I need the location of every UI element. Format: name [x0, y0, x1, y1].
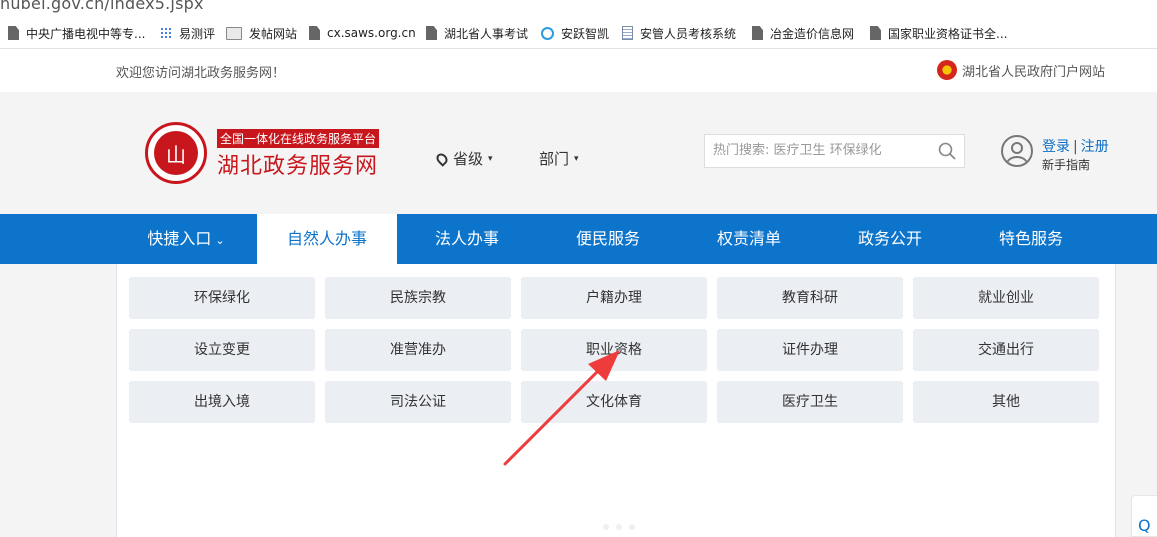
- beginner-guide-link[interactable]: 新手指南: [1042, 156, 1090, 173]
- page-icon: [8, 26, 19, 40]
- grid-icon: [160, 27, 172, 39]
- category-button[interactable]: 医疗卫生: [717, 381, 903, 423]
- carousel-dot[interactable]: [629, 524, 635, 530]
- nav-gov-affairs[interactable]: 政务公开: [820, 214, 960, 264]
- page-icon: [870, 26, 881, 40]
- bookmark-item[interactable]: 冶金造价信息网: [752, 25, 854, 41]
- category-button-professional-qualification[interactable]: 职业资格: [521, 329, 707, 371]
- category-button[interactable]: 教育科研: [717, 277, 903, 319]
- category-button[interactable]: 民族宗教: [325, 277, 511, 319]
- nav-quick-entry[interactable]: 快捷入口 ⌄: [116, 214, 256, 264]
- category-button[interactable]: 准营准办: [325, 329, 511, 371]
- category-button[interactable]: 司法公证: [325, 381, 511, 423]
- welcome-bar: 欢迎您访问湖北政务服务网！ 湖北省人民政府门户网站: [0, 49, 1157, 93]
- welcome-text: 欢迎您访问湖北政务服务网！: [116, 66, 286, 81]
- category-button[interactable]: 交通出行: [913, 329, 1099, 371]
- chevron-down-icon: ⌄: [215, 234, 225, 247]
- site-name[interactable]: 湖北政务服务网: [217, 148, 378, 180]
- nav-power-list[interactable]: 权责清单: [679, 214, 819, 264]
- category-button[interactable]: 设立变更: [129, 329, 315, 371]
- region-selector[interactable]: 省级 ▾: [434, 148, 493, 169]
- user-avatar-icon[interactable]: [1001, 135, 1033, 167]
- bookmark-item[interactable]: 国家职业资格证书全...: [870, 25, 1007, 41]
- side-tab-label: Q: [1138, 516, 1151, 535]
- portal-link[interactable]: 湖北省人民政府门户网站: [937, 60, 1105, 80]
- login-link[interactable]: 登录: [1042, 139, 1070, 155]
- location-pin-icon: [434, 150, 450, 167]
- nav-featured-services[interactable]: 特色服务: [961, 214, 1101, 264]
- platform-slogan: 全国一体化在线政务服务平台: [217, 129, 380, 148]
- page-icon: [426, 26, 437, 40]
- caret-down-icon: ▾: [488, 153, 493, 164]
- carousel-dot[interactable]: [616, 524, 622, 530]
- dept-selector-label: 部门: [539, 150, 570, 168]
- bookmark-item[interactable]: 安跃智凯: [541, 25, 609, 41]
- site-header: 山 全国一体化在线政务服务平台 湖北政务服务网 省级 ▾ 部门 ▾ 登录|注册 …: [0, 92, 1157, 214]
- category-button[interactable]: 文化体育: [521, 381, 707, 423]
- auth-separator: |: [1073, 139, 1078, 155]
- side-float-tab[interactable]: Q: [1131, 495, 1157, 537]
- search-input[interactable]: [711, 142, 935, 159]
- nav-natural-person[interactable]: 自然人办事: [257, 214, 397, 264]
- bookmarks-bar: 中央广播电视中等专... 易测评 发帖网站 cx.saws.org.cn 湖北省…: [0, 18, 1157, 49]
- register-link[interactable]: 注册: [1081, 139, 1109, 155]
- caret-down-icon: ▾: [574, 153, 579, 164]
- category-button[interactable]: 户籍办理: [521, 277, 707, 319]
- main-nav: 快捷入口 ⌄ 自然人办事 法人办事 便民服务 权责清单 政务公开 特色服务: [0, 214, 1157, 264]
- category-button[interactable]: 就业创业: [913, 277, 1099, 319]
- portal-link-label: 湖北省人民政府门户网站: [962, 64, 1106, 80]
- category-button[interactable]: 环保绿化: [129, 277, 315, 319]
- category-button[interactable]: 其他: [913, 381, 1099, 423]
- folder-icon: [226, 26, 242, 40]
- search-icon[interactable]: [938, 142, 956, 160]
- ie-icon: [541, 26, 554, 40]
- category-button[interactable]: 证件办理: [717, 329, 903, 371]
- auth-links: 登录 | 注册: [1042, 136, 1109, 156]
- carousel-dots[interactable]: [603, 524, 635, 530]
- doc-icon: [622, 26, 633, 40]
- page-icon: [752, 26, 763, 40]
- carousel-dot[interactable]: [603, 524, 609, 530]
- nav-convenience-services[interactable]: 便民服务: [538, 214, 678, 264]
- nav-legal-person[interactable]: 法人办事: [397, 214, 537, 264]
- bookmark-item[interactable]: 易测评: [160, 25, 215, 41]
- dept-selector[interactable]: 部门 ▾: [539, 148, 579, 169]
- bookmark-item[interactable]: cx.saws.org.cn: [309, 25, 416, 41]
- address-bar[interactable]: hubei.gov.cn/index5.jspx: [0, 0, 1157, 18]
- bookmark-item[interactable]: 湖北省人事考试: [426, 25, 528, 41]
- national-emblem-icon: [937, 60, 957, 80]
- url-text: hubei.gov.cn/index5.jspx: [0, 0, 204, 13]
- bookmark-item[interactable]: 安管人员考核系统: [622, 25, 736, 41]
- logo-mark: 山: [154, 131, 198, 175]
- site-logo[interactable]: 山: [145, 122, 207, 184]
- region-selector-label: 省级: [453, 150, 484, 168]
- page-icon: [309, 26, 320, 40]
- bookmark-item[interactable]: 发帖网站: [226, 25, 297, 41]
- bookmark-item[interactable]: 中央广播电视中等专...: [8, 25, 145, 41]
- category-button[interactable]: 出境入境: [129, 381, 315, 423]
- search-box: [704, 134, 965, 168]
